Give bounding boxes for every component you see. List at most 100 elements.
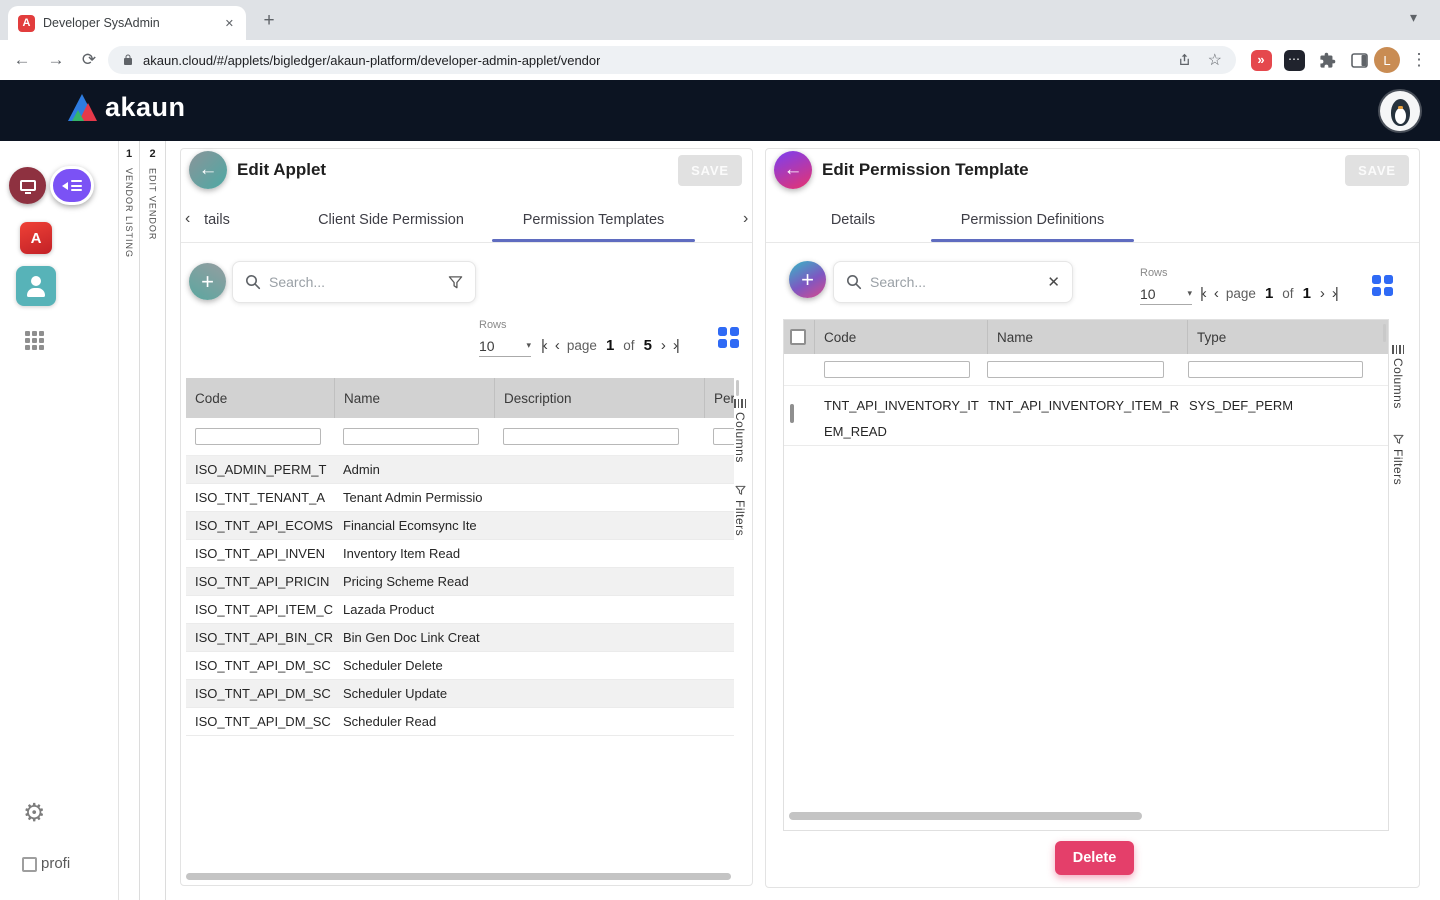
add-button[interactable]: + (789, 261, 826, 298)
table-row[interactable]: ISO_TNT_API_DM_SCScheduler Delete (186, 652, 734, 680)
horizontal-scrollbar[interactable] (789, 812, 1142, 820)
extension-red-icon[interactable]: » (1248, 47, 1274, 73)
strip-vendor-listing[interactable]: 1 VENDOR LISTING (118, 141, 140, 900)
last-page-button[interactable]: ›| (673, 337, 678, 354)
columns-label: Columns (733, 412, 747, 463)
permission-filter-input[interactable] (713, 428, 734, 445)
rows-per-page-select[interactable]: 10 ▾ (479, 335, 531, 357)
horizontal-scrollbar[interactable] (186, 873, 731, 880)
collapse-arrow-icon (62, 182, 68, 190)
pagination: |‹ ‹ page 1 of 1 › ›| (1200, 285, 1337, 302)
profile-checkbox[interactable] (22, 857, 37, 872)
vertical-scrollbar[interactable] (736, 380, 739, 396)
save-button[interactable]: SAVE (1345, 155, 1409, 186)
first-page-button[interactable]: |‹ (1200, 285, 1205, 302)
columns-side-tab[interactable]: Columns (1391, 345, 1405, 409)
permission-definitions-table: Code Name Type TNT_API_INVENTORY_ITEM_RE… (783, 319, 1389, 831)
extensions-puzzle-icon[interactable] (1314, 47, 1340, 73)
back-button[interactable]: ← (774, 151, 812, 189)
type-filter-input[interactable] (1188, 361, 1363, 378)
browser-menu-icon[interactable]: ⋮ (1406, 47, 1432, 73)
forward-nav-icon[interactable]: → (43, 47, 69, 73)
filters-side-tab[interactable]: Filters (1391, 434, 1405, 485)
edit-permission-template-panel: ← Edit Permission Template SAVE Details … (765, 148, 1420, 888)
tab-scroll-left-icon[interactable]: ‹ (185, 210, 190, 228)
tab-details[interactable]: Details (812, 197, 894, 242)
table-row[interactable]: ISO_TNT_TENANT_ATenant Admin Permissio (186, 484, 734, 512)
table-row[interactable]: ISO_TNT_API_ECOMSFinancial Ecomsync Ite (186, 512, 734, 540)
new-tab-button[interactable]: + (256, 8, 282, 34)
search-input[interactable] (870, 274, 1039, 290)
vertical-scrollbar[interactable] (1383, 324, 1386, 342)
filter-funnel-icon[interactable] (448, 275, 463, 290)
table-row[interactable]: ISO_ADMIN_PERM_TAdmin (186, 456, 734, 484)
last-page-button[interactable]: ›| (1332, 285, 1337, 302)
share-icon[interactable] (1177, 52, 1192, 68)
tab-search-chevron-icon[interactable]: ▾ (1410, 9, 1417, 26)
rows-per-page-select[interactable]: 10 ▾ (1140, 283, 1192, 305)
search-input[interactable] (269, 274, 440, 290)
tab-client-side-permission[interactable]: Client Side Permission (293, 197, 489, 242)
table-row[interactable]: ISO_TNT_API_BIN_CRBin Gen Doc Link Creat (186, 624, 734, 652)
back-button[interactable]: ← (189, 151, 227, 189)
filters-side-tab[interactable]: Filters (733, 485, 747, 536)
settings-gear-icon[interactable]: ⚙ (23, 798, 45, 828)
view-grid-button[interactable] (709, 318, 747, 356)
table-row[interactable]: TNT_API_INVENTORY_ITEM_READ TNT_API_INVE… (784, 386, 1388, 446)
rail-acrobat-button[interactable]: A (20, 222, 52, 254)
row-checkbox[interactable] (790, 404, 794, 423)
save-button[interactable]: SAVE (678, 155, 742, 186)
prev-page-button[interactable]: ‹ (555, 337, 558, 354)
filter-row (186, 418, 734, 456)
rail-desktop-button[interactable] (9, 167, 46, 204)
rail-collapse-button[interactable] (50, 166, 94, 205)
rail-apps-grid-button[interactable] (25, 331, 46, 352)
name-filter-input[interactable] (343, 428, 479, 445)
view-grid-button[interactable] (1363, 266, 1401, 304)
funnel-icon (1393, 434, 1404, 445)
next-page-button[interactable]: › (661, 337, 664, 354)
tab-details[interactable]: tails (195, 197, 239, 242)
tab-close-icon[interactable]: ✕ (223, 15, 236, 32)
screen: A Developer SysAdmin ✕ + ▾ ← → ⟳ akaun.c… (0, 0, 1440, 900)
strip-number: 1 (119, 148, 139, 160)
bookmark-star-icon[interactable]: ☆ (1208, 50, 1222, 70)
code-filter-input[interactable] (824, 361, 970, 378)
description-filter-input[interactable] (503, 428, 679, 445)
header-name: Name (987, 320, 1187, 354)
table-row[interactable]: ISO_TNT_API_DM_SCScheduler Update (186, 680, 734, 708)
first-page-button[interactable]: |‹ (541, 337, 546, 354)
rows-value: 10 (1140, 286, 1156, 302)
tab-scroll-right-icon[interactable]: › (743, 210, 748, 228)
columns-side-tab[interactable]: Columns (733, 399, 747, 463)
browser-tab[interactable]: A Developer SysAdmin ✕ (8, 6, 246, 40)
refresh-icon[interactable]: ⟳ (76, 47, 102, 73)
name-filter-input[interactable] (987, 361, 1164, 378)
favicon-icon: A (18, 15, 35, 32)
penguin-icon (1391, 99, 1410, 126)
akaun-logo-mark-icon (68, 94, 98, 121)
back-nav-icon[interactable]: ← (9, 47, 35, 73)
table-row[interactable]: ISO_TNT_API_DM_SCScheduler Read (186, 708, 734, 736)
add-button[interactable]: + (189, 263, 226, 300)
table-row[interactable]: ISO_TNT_API_PRICINPricing Scheme Read (186, 568, 734, 596)
user-avatar[interactable] (1380, 91, 1420, 131)
table-row[interactable]: ISO_TNT_API_ITEM_CLazada Product (186, 596, 734, 624)
tab-permission-definitions[interactable]: Permission Definitions (931, 197, 1134, 242)
strip-edit-vendor[interactable]: 2 EDIT VENDOR (140, 141, 166, 900)
delete-button[interactable]: Delete (1055, 841, 1134, 875)
browser-profile-avatar[interactable]: L (1374, 47, 1400, 73)
address-bar[interactable]: akaun.cloud/#/applets/bigledger/akaun-pl… (108, 46, 1236, 74)
side-panel-icon[interactable] (1346, 47, 1372, 73)
clear-search-icon[interactable]: ✕ (1047, 273, 1060, 291)
extension-dark-icon[interactable]: ⋯ (1281, 47, 1307, 73)
grid-icon (718, 327, 739, 348)
code-filter-input[interactable] (195, 428, 321, 445)
select-all-checkbox[interactable] (790, 329, 806, 345)
prev-page-button[interactable]: ‹ (1214, 285, 1217, 302)
table-row[interactable]: ISO_TNT_API_INVENInventory Item Read (186, 540, 734, 568)
rail-user-admin-button[interactable] (16, 266, 56, 306)
tab-permission-templates[interactable]: Permission Templates (492, 197, 695, 242)
next-page-button[interactable]: › (1320, 285, 1323, 302)
browser-tab-strip: A Developer SysAdmin ✕ + ▾ (0, 0, 1440, 40)
